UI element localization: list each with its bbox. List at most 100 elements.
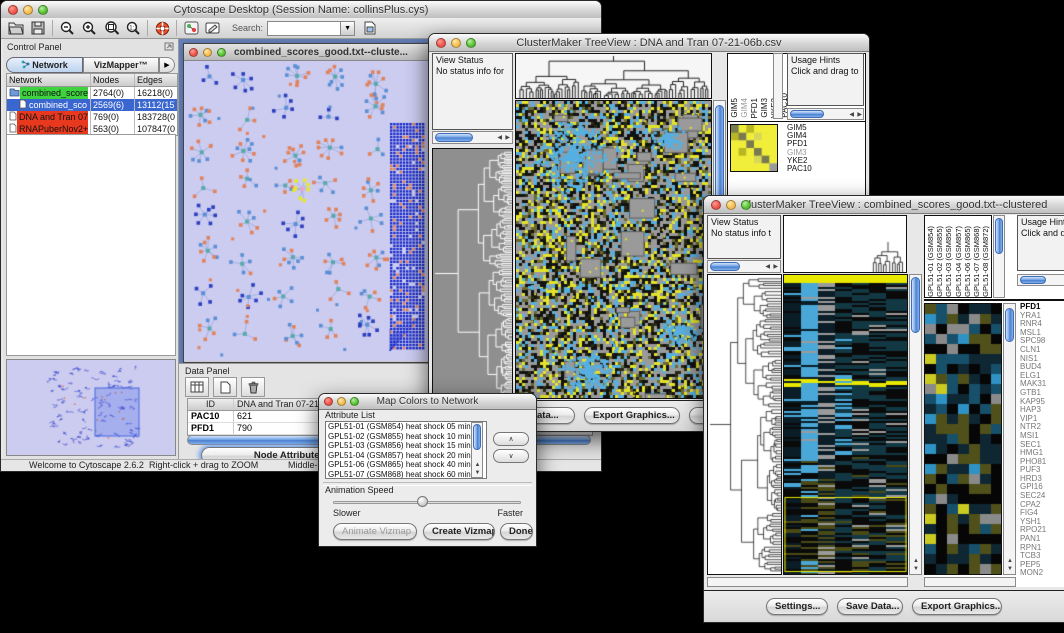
export-graphics-button[interactable]: Export Graphics... [584, 407, 680, 424]
create-vizmap-button[interactable]: Create Vizmap [423, 523, 495, 540]
annotation-icon[interactable] [202, 19, 224, 37]
network-overview-panel[interactable] [6, 359, 176, 456]
tab-vizmapper[interactable]: VizMapper™ [83, 57, 160, 73]
close-button[interactable] [711, 200, 721, 210]
usage-hints-box: Usage Hints Click and drag to [787, 53, 864, 106]
zoom-in-icon[interactable] [78, 19, 100, 37]
treeview-titlebar[interactable]: ClusterMaker TreeView : combined_scores_… [704, 196, 1064, 214]
attribute-item[interactable]: GPL51-03 (GSM856) heat shock 15 min [326, 441, 486, 451]
search-dropdown-arrow[interactable]: ▼ [341, 21, 355, 36]
float-panel-icon[interactable] [164, 42, 174, 53]
view-status-box: View Status No status info t [707, 215, 781, 259]
minimize-button[interactable] [451, 38, 461, 48]
tab-network[interactable]: Network [6, 57, 83, 73]
zoom-heatmap[interactable] [924, 303, 1002, 575]
select-attributes-icon[interactable] [185, 377, 209, 397]
usage-hscrollbar[interactable]: ◀▶ [787, 108, 864, 120]
zoom-row-labels: GIM5GIM4PFD1GIM3YKE2PAC10 [787, 124, 812, 173]
delete-attribute-trash-icon[interactable] [241, 377, 265, 397]
status-hscrollbar[interactable]: ◀▶ [432, 131, 513, 144]
network-view-titlebar[interactable]: combined_scores_good.txt--cluste... [184, 44, 430, 61]
zoom-hscrollbar[interactable] [924, 577, 1016, 587]
save-session-button[interactable] [27, 19, 49, 37]
array-dendrogram[interactable] [783, 215, 907, 273]
column-label: GPL51-03 (GSM856) [944, 226, 953, 297]
faster-label: Faster [497, 508, 523, 518]
move-down-button[interactable]: ∨ [493, 449, 529, 463]
move-up-button[interactable]: ∧ [493, 432, 529, 446]
help-lifering-icon[interactable] [151, 19, 173, 37]
attribute-list[interactable]: GPL51-01 (GSM854) heat shock 05 minGPL51… [325, 421, 487, 479]
close-button[interactable] [189, 48, 198, 57]
slider-thumb[interactable] [417, 496, 428, 507]
search-input[interactable]: ▼ [267, 21, 355, 36]
zoom-button[interactable] [466, 38, 476, 48]
zoom-matrix[interactable] [730, 124, 778, 172]
minimize-button[interactable] [203, 48, 212, 57]
search-label: Search: [232, 23, 263, 33]
treeview-button-bar: Settings... Save Data... Export Graphics… [704, 590, 1064, 622]
heatmap-vscrollbar[interactable]: ▲▼ [909, 274, 922, 575]
zoom-button[interactable] [350, 397, 359, 406]
gene-dendrogram[interactable] [707, 274, 782, 575]
global-hscrollbar[interactable] [707, 577, 908, 587]
column-label: GPL51-07 (GSM868) [972, 226, 981, 297]
dialog-titlebar[interactable]: Map Colors to Network [319, 394, 536, 410]
usage-hscrollbar[interactable] [1017, 274, 1064, 286]
attribute-item[interactable]: GPL51-01 (GSM854) heat shock 05 min [326, 422, 486, 432]
zoom-vscrollbar[interactable]: ▲▼ [1003, 303, 1016, 575]
network-table-header[interactable]: Network Nodes Edges [7, 74, 177, 87]
network-canvas[interactable] [184, 61, 428, 361]
zoom-button[interactable] [741, 200, 751, 210]
tab-overflow-arrow[interactable]: ▶ [159, 57, 175, 73]
array-dendrogram[interactable] [515, 53, 712, 99]
close-button[interactable] [324, 397, 333, 406]
file-icon [9, 111, 17, 123]
edge-count: 16218(0) [135, 87, 175, 99]
minimize-button[interactable] [337, 397, 346, 406]
gene-name-list[interactable]: PFD1YRA1RNR4MSL1SPC98CLN1NIS1BUD4ELG1MAK… [1020, 303, 1064, 575]
open-session-button[interactable] [5, 19, 27, 37]
save-data-button[interactable]: Save Data... [837, 598, 903, 615]
gene-label[interactable]: MON2 [1020, 569, 1064, 575]
attribute-list-vscrollbar[interactable]: ▲▼ [471, 422, 483, 478]
settings-button[interactable]: Settings... [766, 598, 828, 615]
vizmapper-icon[interactable] [180, 19, 202, 37]
import-table-icon[interactable] [359, 19, 381, 37]
network-list-table: Network Nodes Edges combined_scores2764(… [6, 73, 178, 136]
zoom-button[interactable] [217, 48, 226, 57]
network-view-window[interactable]: combined_scores_good.txt--cluste... [183, 43, 431, 363]
close-button[interactable] [8, 5, 18, 15]
global-heatmap[interactable] [515, 100, 712, 399]
export-graphics-button[interactable]: Export Graphics... [912, 598, 1002, 615]
treeview-title: ClusterMaker TreeView : combined_scores_… [704, 199, 1064, 211]
treeview-titlebar[interactable]: ClusterMaker TreeView : DNA and Tran 07-… [429, 34, 869, 52]
network-table-row[interactable]: combined_scores2764(0)16218(0) [7, 87, 177, 99]
zoom-labels-vscrollbar[interactable] [993, 215, 1005, 298]
minimize-button[interactable] [23, 5, 33, 15]
zoom-button[interactable] [38, 5, 48, 15]
network-table-row[interactable]: DNA and Tran 07769(0)183728(0) [7, 111, 177, 123]
column-label: GIM5 [730, 98, 739, 118]
attribute-item[interactable]: GPL51-04 (GSM857) heat shock 20 min [326, 451, 486, 461]
zoom-labels-vscrollbar[interactable] [773, 53, 783, 119]
minimize-button[interactable] [726, 200, 736, 210]
view-status-box: View Status No status info for [432, 53, 513, 130]
new-attribute-icon[interactable] [213, 377, 237, 397]
global-heatmap[interactable] [783, 274, 908, 575]
network-overview-canvas[interactable] [7, 360, 175, 455]
close-button[interactable] [436, 38, 446, 48]
done-button[interactable]: Done [500, 523, 533, 540]
network-table-row[interactable]: combined_sco2569(6)13112(15) [7, 99, 177, 111]
zoom-out-icon[interactable] [56, 19, 78, 37]
animate-vizmap-button[interactable]: Animate Vizmap [333, 523, 417, 540]
zoom-selected-icon[interactable] [100, 19, 122, 37]
column-label: GPL51-04 (GSM857) [954, 226, 963, 297]
attribute-item[interactable]: GPL51-02 (GSM855) heat shock 10 min [326, 432, 486, 442]
status-hscrollbar[interactable]: ◀▶ [707, 260, 781, 273]
attribute-item[interactable]: GPL51-06 (GSM865) heat shock 40 min [326, 460, 486, 470]
zoom-fit-icon[interactable]: 1:1 [122, 19, 144, 37]
cytoscape-titlebar[interactable]: Cytoscape Desktop (Session Name: collins… [1, 1, 601, 19]
attribute-item[interactable]: GPL51-07 (GSM868) heat shock 60 min [326, 470, 486, 479]
gene-dendrogram[interactable] [432, 148, 513, 399]
